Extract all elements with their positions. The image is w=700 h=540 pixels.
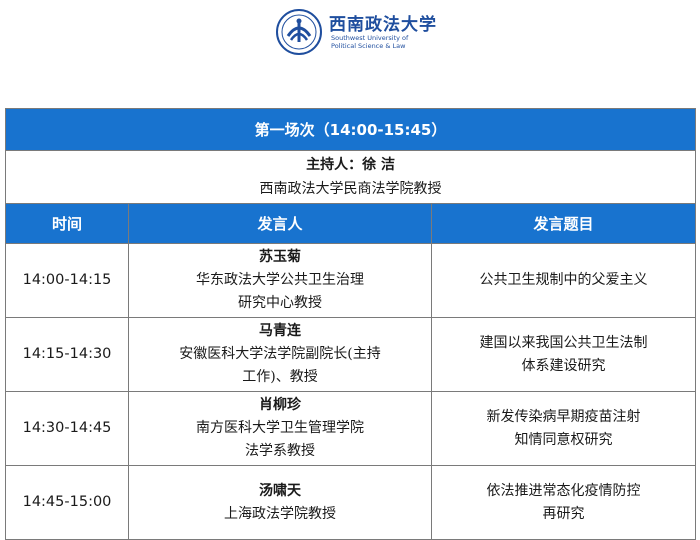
talk-speaker: 马青连 安徽医科大学法学院副院长(主持 工作)、教授 xyxy=(128,317,432,392)
topic-line-cont: 知情同意权研究 xyxy=(514,431,613,448)
session-title-row: 第一场次（14:00-15:45） xyxy=(4,108,697,151)
column-header-speaker: 发言人 xyxy=(128,203,432,244)
speaker-name: 苏玉菊 xyxy=(259,249,301,265)
topic-line: 公共卫生规制中的父爱主义 xyxy=(479,272,648,288)
speaker-affiliation: 华东政法大学公共卫生治理 xyxy=(196,272,364,288)
talk-time: 14:15-14:30 xyxy=(5,317,129,392)
host-row: 主持人：徐 洁 西南政法大学民商法学院教授 xyxy=(4,150,697,204)
talk-time: 14:00-14:15 xyxy=(5,243,129,318)
speaker-name: 肖柳珍 xyxy=(259,397,301,413)
host-cell: 主持人：徐 洁 西南政法大学民商法学院教授 xyxy=(4,150,697,204)
talk-speaker: 肖柳珍 南方医科大学卫生管理学院 法学系教授 xyxy=(128,391,432,466)
host-title: 西南政法大学民商法学院教授 xyxy=(259,181,442,197)
university-logo: 西南政法大学 Southwest University of Political… xyxy=(275,8,436,55)
table-row: 14:45-15:00 汤啸天 上海政法学院教授 依法推进常态化疫情防控 再研究 xyxy=(5,465,697,540)
speaker-name: 汤啸天 xyxy=(259,482,301,499)
speaker-affiliation-cont: 研究中心教授 xyxy=(238,295,322,311)
table-row: 14:00-14:15 苏玉菊 华东政法大学公共卫生治理 研究中心教授 公共卫生… xyxy=(5,243,697,318)
talk-speaker: 苏玉菊 华东政法大学公共卫生治理 研究中心教授 xyxy=(128,243,432,318)
university-name-cn: 西南政法大学 xyxy=(329,15,437,35)
university-seal-icon xyxy=(276,9,322,55)
talk-topic: 新发传染病早期疫苗注射 知情同意权研究 xyxy=(430,391,697,466)
page-header: 西南政法大学 Southwest University of Political… xyxy=(0,0,700,75)
talk-time: 14:30-14:45 xyxy=(5,391,129,466)
talk-time: 14:45-15:00 xyxy=(5,465,129,540)
speaker-affiliation-cont: 法学系教授 xyxy=(245,443,315,459)
topic-line: 依法推进常态化疫情防控 xyxy=(486,482,641,499)
topic-line: 新发传染病早期疫苗注射 xyxy=(486,408,641,425)
university-name-en: Southwest University of Political Scienc… xyxy=(331,34,409,50)
topic-line-cont: 再研究 xyxy=(542,505,585,522)
topic-line-cont: 体系建设研究 xyxy=(521,357,606,374)
table-row: 14:15-14:30 马青连 安徽医科大学法学院副院长(主持 工作)、教授 建… xyxy=(5,317,697,392)
topic-line: 建国以来我国公共卫生法制 xyxy=(479,334,648,351)
speaker-affiliation: 上海政法学院教授 xyxy=(224,505,336,522)
session-title: 第一场次（14:00-15:45） xyxy=(4,108,697,151)
talk-topic: 公共卫生规制中的父爱主义 xyxy=(430,243,697,318)
talk-speaker: 汤啸天 上海政法学院教授 xyxy=(128,465,432,540)
table-row: 14:30-14:45 肖柳珍 南方医科大学卫生管理学院 法学系教授 新发传染病… xyxy=(5,391,697,466)
speaker-affiliation: 安徽医科大学法学院副院长(主持 xyxy=(179,346,381,362)
talk-topic: 建国以来我国公共卫生法制 体系建设研究 xyxy=(430,317,697,392)
column-header-row: 时间 发言人 发言题目 xyxy=(5,203,697,244)
schedule-table: 第一场次（14:00-15:45） 主持人：徐 洁 西南政法大学民商法学院教授 … xyxy=(4,108,697,540)
column-header-time: 时间 xyxy=(5,203,129,244)
column-header-topic: 发言题目 xyxy=(430,203,697,244)
speaker-affiliation-cont: 工作)、教授 xyxy=(242,369,318,385)
talk-topic: 依法推进常态化疫情防控 再研究 xyxy=(430,465,697,540)
speaker-name: 马青连 xyxy=(259,323,301,339)
host-name: 主持人：徐 洁 xyxy=(306,157,395,173)
speaker-affiliation: 南方医科大学卫生管理学院 xyxy=(196,420,364,436)
